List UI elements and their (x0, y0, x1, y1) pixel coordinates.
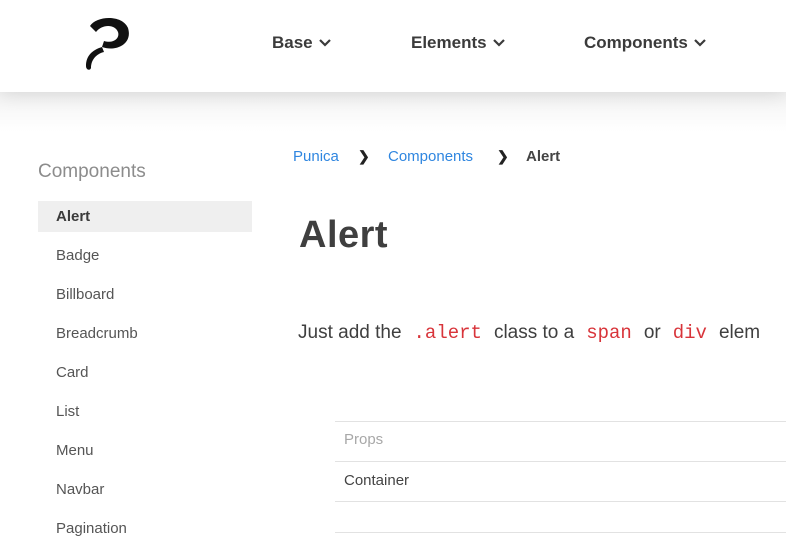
breadcrumb-link-components[interactable]: Components (388, 148, 473, 165)
sidebar-title: Components (38, 161, 146, 182)
code-div: div (672, 322, 707, 344)
table-divider (335, 501, 786, 502)
nav-base-label: Base (272, 33, 313, 52)
intro-text-1: Just add the (298, 322, 402, 343)
code-alert-class: .alert (413, 322, 482, 344)
nav-elements-label: Elements (411, 33, 487, 52)
table-divider (335, 421, 786, 422)
sidebar-item-card[interactable]: Card (38, 357, 252, 388)
sidebar-item-breadcrumb[interactable]: Breadcrumb (38, 318, 252, 349)
table-divider (335, 532, 786, 533)
chevron-down-icon (318, 39, 331, 47)
sidebar-item-list[interactable]: List (38, 396, 252, 427)
sidebar-item-menu[interactable]: Menu (38, 435, 252, 466)
intro-text-3: or (643, 322, 661, 343)
punica-logo-icon[interactable] (82, 14, 132, 72)
sidebar-item-alert[interactable]: Alert (38, 201, 252, 232)
nav-base[interactable]: Base (272, 33, 331, 53)
table-row: Container (344, 472, 410, 489)
breadcrumb-separator: ❯ (497, 148, 509, 164)
table-header-props: Props (344, 431, 384, 448)
sidebar-item-billboard[interactable]: Billboard (38, 279, 252, 310)
sidebar-item-badge[interactable]: Badge (38, 240, 252, 271)
sidebar-item-pagination[interactable]: Pagination (38, 513, 252, 544)
breadcrumb-link-punica[interactable]: Punica (293, 148, 339, 165)
breadcrumb-current: Alert (526, 148, 561, 165)
top-navbar: Base Elements Components (0, 0, 786, 92)
nav-components-label: Components (584, 33, 688, 52)
nav-elements[interactable]: Elements (411, 33, 505, 53)
code-span: span (586, 322, 632, 344)
page-title: Alert (299, 214, 389, 256)
nav-components[interactable]: Components (584, 33, 706, 53)
intro-text-4: elem (718, 322, 761, 343)
intro-text: Just add the .alert class to a span or d… (298, 322, 760, 344)
chevron-down-icon (492, 39, 505, 47)
breadcrumb-separator: ❯ (358, 148, 370, 164)
chevron-down-icon (694, 39, 706, 47)
sidebar-item-navbar[interactable]: Navbar (38, 474, 252, 505)
table-divider (335, 461, 786, 462)
intro-text-2: class to a (493, 322, 575, 343)
